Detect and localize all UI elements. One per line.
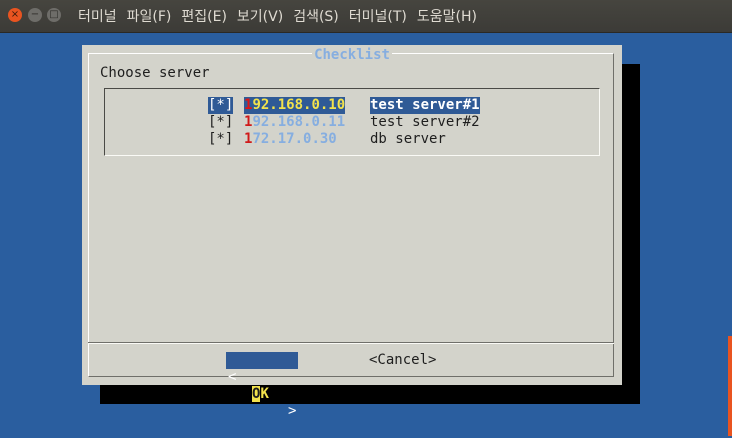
cancel-button[interactable]: <Cancel> (369, 352, 436, 369)
menu-bar: 터미널 파일(F) 편집(E) 보기(V) 검색(S) 터미널(T) 도움말(H… (78, 0, 477, 32)
ok-button[interactable]: < OK > (226, 352, 298, 419)
button-separator (88, 342, 614, 344)
ip-rest: 92.168.0.10 (252, 97, 346, 113)
server-ip: 192.168.0.11 (244, 114, 345, 131)
checklist-item[interactable]: [*] 192.168.0.11 test server#2 (105, 114, 599, 131)
checklist-dialog: Checklist Choose server [*] 192.168.0.10… (82, 45, 622, 419)
menu-terminal[interactable]: 터미널(T) (349, 6, 407, 26)
menu-view[interactable]: 보기(V) (237, 6, 283, 26)
checkbox[interactable]: [*] (208, 131, 233, 148)
dialog-title: Checklist (312, 47, 392, 63)
ok-left-bracket: < (228, 369, 237, 385)
ok-right-bracket: > (288, 403, 297, 419)
close-window-button[interactable]: × (8, 8, 22, 22)
menu-search[interactable]: 검색(S) (293, 6, 339, 26)
dialog-prompt: Choose server (100, 65, 210, 81)
checklist-item[interactable]: [*] 172.17.0.30 db server (105, 131, 599, 148)
checklist-item[interactable]: [*] 192.168.0.10 test server#1 (105, 97, 599, 114)
server-description: db server (370, 131, 446, 147)
server-checklist: [*] 192.168.0.10 test server#1 [*] 192.1… (104, 88, 600, 156)
checkbox[interactable]: [*] (208, 114, 233, 131)
scroll-indicator (728, 336, 732, 436)
menu-help[interactable]: 도움말(H) (417, 6, 477, 26)
checkbox[interactable]: [*] (208, 97, 234, 114)
ok-label: OK (252, 386, 269, 403)
menu-file[interactable]: 파일(F) (127, 6, 172, 26)
ip-rest: 72.17.0.30 (252, 131, 337, 147)
server-ip: 172.17.0.30 (244, 131, 337, 148)
minimize-window-button[interactable]: − (28, 8, 42, 22)
ok-label-rest: K (260, 386, 269, 402)
menu-terminal-app[interactable]: 터미널 (78, 6, 117, 26)
server-description: test server#1 (370, 97, 480, 114)
ip-rest: 92.168.0.11 (252, 114, 346, 130)
maximize-window-button[interactable]: □ (47, 8, 61, 22)
title-bar: × − □ 터미널 파일(F) 편집(E) 보기(V) 검색(S) 터미널(T)… (0, 0, 732, 33)
server-ip: 192.168.0.10 (244, 97, 346, 114)
menu-edit[interactable]: 편집(E) (181, 6, 227, 26)
server-description: test server#2 (370, 114, 480, 130)
